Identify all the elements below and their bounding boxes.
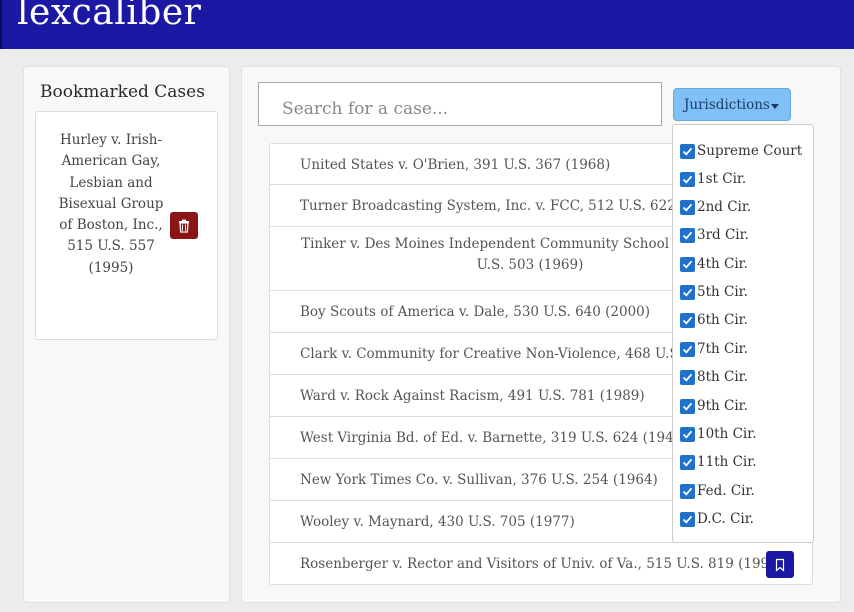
check-icon	[682, 487, 693, 496]
jurisdiction-label: 8th Cir.	[697, 369, 748, 385]
bookmarks-title: Bookmarked Cases	[40, 82, 205, 102]
case-label: New York Times Co. v. Sullivan, 376 U.S.…	[300, 472, 658, 488]
check-icon	[682, 147, 693, 156]
checkbox[interactable]	[680, 399, 695, 414]
case-label: United States v. O'Brien, 391 U.S. 367 (…	[300, 157, 611, 173]
brand-logo[interactable]: lexcaliber	[17, 0, 201, 33]
jurisdiction-label: 5th Cir.	[697, 284, 748, 300]
bookmark-case-label[interactable]: Hurley v. Irish-American Gay, Lesbian an…	[58, 130, 164, 279]
trash-icon	[179, 219, 189, 233]
jurisdictions-dropdown-button[interactable]: Jurisdictions	[673, 88, 791, 121]
check-icon	[682, 231, 693, 240]
caret-down-icon	[771, 104, 779, 109]
check-icon	[682, 288, 693, 297]
search-input[interactable]	[258, 82, 662, 126]
case-label: Wooley v. Maynard, 430 U.S. 705 (1977)	[300, 514, 575, 530]
checkbox[interactable]	[680, 455, 695, 470]
jurisdiction-label: 9th Cir.	[697, 398, 748, 414]
checkbox[interactable]	[680, 200, 695, 215]
bookmark-button[interactable]	[766, 551, 794, 578]
check-icon	[682, 373, 693, 382]
check-icon	[682, 515, 693, 524]
jurisdiction-label: 1st Cir.	[697, 171, 747, 187]
top-navbar: lexcaliber	[0, 0, 854, 49]
check-icon	[682, 345, 693, 354]
checkbox[interactable]	[680, 144, 695, 159]
case-label: West Virginia Bd. of Ed. v. Barnette, 31…	[300, 430, 688, 446]
check-icon	[682, 458, 693, 467]
checkbox[interactable]	[680, 370, 695, 385]
check-icon	[682, 430, 693, 439]
checkbox[interactable]	[680, 512, 695, 527]
case-label: Ward v. Rock Against Racism, 491 U.S. 78…	[300, 388, 645, 404]
bookmark-icon	[775, 558, 785, 572]
check-icon	[682, 402, 693, 411]
case-label: Boy Scouts of America v. Dale, 530 U.S. …	[300, 304, 651, 320]
checkbox[interactable]	[680, 228, 695, 243]
jurisdiction-label: 2nd Cir.	[697, 199, 752, 215]
check-icon	[682, 260, 693, 269]
checkbox[interactable]	[680, 313, 695, 328]
jurisdiction-label: 6th Cir.	[697, 312, 748, 328]
case-label: Turner Broadcasting System, Inc. v. FCC,…	[300, 198, 725, 214]
jurisdiction-label: 3rd Cir.	[697, 227, 749, 243]
jurisdiction-label: 4th Cir.	[697, 256, 748, 272]
jurisdiction-label: Supreme Court	[697, 143, 803, 159]
delete-bookmark-button[interactable]	[170, 212, 198, 239]
jurisdiction-label: 11th Cir.	[697, 454, 757, 470]
check-icon	[682, 316, 693, 325]
case-label: Rosenberger v. Rector and Visitors of Un…	[300, 556, 784, 572]
jurisdiction-label: Fed. Cir.	[697, 483, 755, 499]
checkbox[interactable]	[680, 257, 695, 272]
checkbox[interactable]	[680, 172, 695, 187]
case-row[interactable]: Rosenberger v. Rector and Visitors of Un…	[269, 543, 813, 585]
checkbox[interactable]	[680, 342, 695, 357]
jurisdiction-label: 7th Cir.	[697, 341, 748, 357]
jurisdiction-label: D.C. Cir.	[697, 511, 754, 527]
checkbox[interactable]	[680, 285, 695, 300]
check-icon	[682, 203, 693, 212]
checkbox[interactable]	[680, 484, 695, 499]
jurisdiction-label: 10th Cir.	[697, 426, 757, 442]
check-icon	[682, 175, 693, 184]
jurisdictions-label: Jurisdictions	[684, 97, 770, 113]
checkbox[interactable]	[680, 427, 695, 442]
